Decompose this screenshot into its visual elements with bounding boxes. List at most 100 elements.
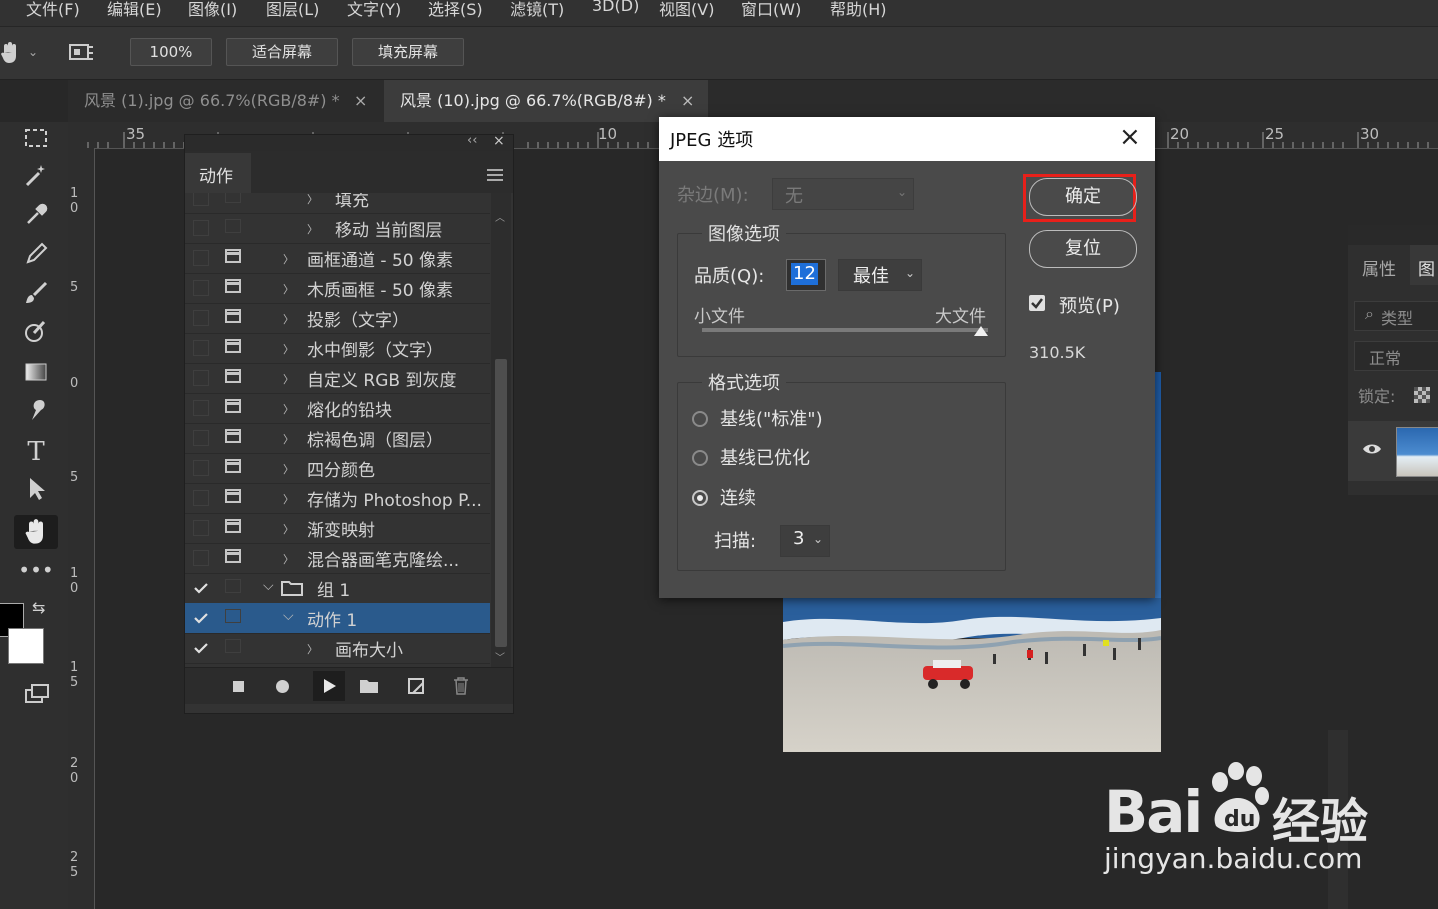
- reset-button[interactable]: 复位: [1029, 230, 1137, 268]
- chevron-right-icon[interactable]: 〉: [283, 401, 294, 417]
- chevron-right-icon[interactable]: 〉: [283, 311, 294, 327]
- pencil-icon[interactable]: [18, 240, 54, 272]
- chevron-right-icon[interactable]: 〉: [283, 431, 294, 447]
- chevron-down-icon[interactable]: ⌄: [28, 45, 38, 59]
- toggle-item-checkbox[interactable]: [193, 550, 209, 566]
- dialog-toggle-icon[interactable]: [225, 609, 241, 623]
- chevron-down-icon[interactable]: ⌵: [263, 578, 274, 594]
- toggle-item-checkbox[interactable]: [193, 580, 208, 594]
- menu-help[interactable]: 帮助(H): [830, 0, 887, 20]
- toggle-item-checkbox[interactable]: [193, 430, 209, 446]
- close-icon[interactable]: ×: [1119, 122, 1141, 152]
- hand-tool-icon[interactable]: [0, 41, 20, 65]
- chevron-right-icon[interactable]: 〉: [283, 341, 294, 357]
- quality-slider[interactable]: [702, 326, 988, 336]
- toggle-item-checkbox[interactable]: [193, 310, 209, 326]
- action-row[interactable]: 〉存储为 Photoshop P...: [185, 483, 490, 514]
- action-row[interactable]: 〉投影（文字）: [185, 303, 490, 334]
- chevron-right-icon[interactable]: 〉: [283, 521, 294, 537]
- more-tools-icon[interactable]: •••: [18, 554, 54, 586]
- action-row[interactable]: 〉木质画框 - 50 像素: [185, 273, 490, 304]
- dialog-toggle-icon[interactable]: [225, 369, 241, 383]
- menu-filter[interactable]: 滤镜(T): [510, 0, 564, 20]
- ok-button[interactable]: 确定: [1029, 178, 1137, 216]
- menu-type[interactable]: 文字(Y): [347, 0, 401, 20]
- quality-preset-select[interactable]: 最佳 ⌄: [838, 259, 922, 291]
- action-row[interactable]: 〉混合器画笔克隆绘...: [185, 543, 490, 574]
- toggle-item-checkbox[interactable]: [193, 460, 209, 476]
- action-row[interactable]: 〉画框通道 - 50 像素: [185, 243, 490, 274]
- type-tool-icon[interactable]: T: [18, 436, 54, 468]
- chevron-right-icon[interactable]: 〉: [283, 251, 294, 267]
- trash-icon[interactable]: [453, 677, 469, 695]
- menu-layer[interactable]: 图层(L): [266, 0, 319, 20]
- marquee-tool-icon[interactable]: [18, 124, 54, 156]
- screen-mode-icon[interactable]: [24, 682, 52, 706]
- chevron-right-icon[interactable]: 〉: [283, 491, 294, 507]
- chevron-right-icon[interactable]: 〉: [307, 641, 318, 657]
- radio-baseline-optimized[interactable]: [692, 450, 708, 466]
- gradient-tool-icon[interactable]: [18, 358, 54, 390]
- tab-landscape-1[interactable]: 风景 (1).jpg @ 66.7%(RGB/8#) * ×: [68, 80, 381, 122]
- layer-filter-kind[interactable]: ⌕ 类型: [1354, 301, 1438, 331]
- quality-slider-thumb[interactable]: [974, 326, 988, 336]
- panel-menu-icon[interactable]: [487, 166, 503, 181]
- toggle-item-checkbox[interactable]: [193, 280, 209, 296]
- scroll-down-icon[interactable]: ﹀: [495, 649, 505, 664]
- dialog-toggle-icon[interactable]: [225, 639, 241, 653]
- toggle-item-checkbox[interactable]: [193, 370, 209, 386]
- brush-icon[interactable]: [18, 279, 54, 311]
- zoom-100-button[interactable]: 100%: [130, 38, 212, 66]
- quality-input[interactable]: 12: [786, 259, 826, 291]
- path-selection-icon[interactable]: [18, 474, 54, 506]
- lock-transparency-icon[interactable]: [1414, 387, 1430, 403]
- tool-preset-icon[interactable]: [67, 41, 95, 65]
- swap-colors-icon[interactable]: ⇆: [32, 598, 45, 617]
- chevron-right-icon[interactable]: 〉: [283, 551, 294, 567]
- close-icon[interactable]: ×: [354, 80, 367, 122]
- scrollbar[interactable]: ︿ ﹀: [491, 193, 511, 667]
- menu-view[interactable]: 视图(V): [659, 0, 714, 20]
- menu-edit[interactable]: 编辑(E): [107, 0, 162, 20]
- dialog-toggle-icon[interactable]: [225, 279, 241, 293]
- chevron-down-icon[interactable]: ⌵: [283, 608, 294, 624]
- toggle-item-checkbox[interactable]: [193, 220, 209, 236]
- close-icon[interactable]: ×: [681, 80, 694, 122]
- new-action-icon[interactable]: [408, 678, 426, 694]
- scans-select[interactable]: 3 ⌄: [780, 525, 830, 557]
- dialog-toggle-icon[interactable]: [225, 579, 241, 593]
- action-row[interactable]: 〉渐变映射: [185, 513, 490, 544]
- fill-screen-button[interactable]: 填充屏幕: [352, 38, 464, 66]
- fit-screen-button[interactable]: 适合屏幕: [226, 38, 338, 66]
- layer-row-background[interactable]: [1348, 421, 1438, 481]
- history-brush-icon[interactable]: [18, 318, 54, 350]
- hand-tool-icon[interactable]: [14, 515, 58, 549]
- toggle-item-checkbox[interactable]: [193, 400, 209, 416]
- dialog-toggle-icon[interactable]: [225, 249, 241, 263]
- tab-landscape-10[interactable]: 风景 (10).jpg @ 66.7%(RGB/8#) * ×: [384, 80, 708, 122]
- play-button[interactable]: [313, 671, 345, 701]
- dialog-toggle-icon[interactable]: [225, 489, 241, 503]
- eyedropper-icon[interactable]: [18, 201, 54, 233]
- smudge-tool-icon[interactable]: [18, 396, 54, 428]
- action-row[interactable]: 〉 移动 当前图层: [185, 213, 490, 244]
- action-row[interactable]: 〉四分颜色: [185, 453, 490, 484]
- action-row[interactable]: ⌵ 动作 1: [185, 603, 490, 634]
- scrollbar-thumb[interactable]: [495, 359, 507, 647]
- action-row[interactable]: 〉 画布大小: [185, 633, 490, 664]
- radio-baseline-standard[interactable]: [692, 411, 708, 427]
- action-row[interactable]: 〉水中倒影（文字）: [185, 333, 490, 364]
- dialog-toggle-icon[interactable]: [225, 429, 241, 443]
- menu-image[interactable]: 图像(I): [188, 0, 237, 20]
- eye-icon[interactable]: [1362, 441, 1382, 455]
- chevron-right-icon[interactable]: 〉: [307, 221, 318, 237]
- close-icon[interactable]: ×: [493, 133, 505, 149]
- dialog-toggle-icon[interactable]: [225, 309, 241, 323]
- action-row[interactable]: 〉 填充: [185, 193, 490, 214]
- chevron-right-icon[interactable]: 〉: [307, 193, 318, 207]
- collapse-icon[interactable]: ‹‹: [467, 133, 477, 148]
- chevron-right-icon[interactable]: 〉: [283, 281, 294, 297]
- menu-window[interactable]: 窗口(W): [741, 0, 801, 20]
- action-row[interactable]: 〉自定义 RGB 到灰度: [185, 363, 490, 394]
- chevron-right-icon[interactable]: 〉: [283, 371, 294, 387]
